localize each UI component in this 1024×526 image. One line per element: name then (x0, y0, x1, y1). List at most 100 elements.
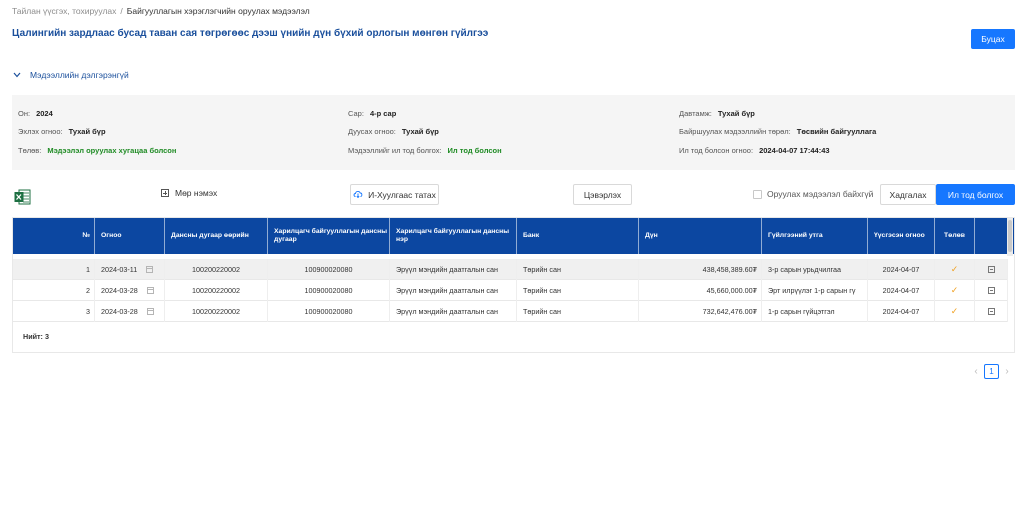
cell-partner-name: Эрүүл мэндийн даатгалын сан (390, 259, 517, 280)
column-header-created: Үүсгэсэн огноо (868, 218, 935, 254)
breadcrumb-current: Байгууллагын хэрэглэгчийн оруулах мэдээл… (126, 6, 310, 16)
column-header-own-account: Дансны дугаар өөрийн (165, 218, 268, 254)
cell-partner-account: 100900020080 (268, 259, 390, 280)
end-value: Тухай бүр (401, 127, 439, 136)
breadcrumb-separator: / (120, 6, 123, 16)
table-row[interactable]: 3 2024-03-28 100200220002 100900020080 Э… (13, 301, 1008, 322)
column-header-date: Огноо (95, 218, 165, 254)
add-row-label: Мөр нэмэх (175, 188, 218, 198)
checkbox-box[interactable] (753, 189, 762, 199)
end-label: Дуусах огноо: (348, 127, 396, 136)
month-value: 4-р сар (369, 109, 397, 118)
calendar-icon[interactable] (146, 308, 154, 315)
details-panel: Он: 2024 Сар: 4-р сар Давтамж: Тухай бүр Эх… (12, 95, 1015, 170)
start-label: Эхлэх огноо: (18, 127, 63, 136)
cell-action[interactable] (975, 301, 1008, 322)
minus-square-icon[interactable] (987, 266, 995, 273)
clear-button[interactable]: Цэвэрлэх (573, 184, 632, 205)
status-value: Мэдээлэл оруулах хугацаа болсон (47, 146, 177, 155)
cell-purpose: 1-р сарын гүйцэтгэл (762, 301, 868, 322)
cell-amount: 45,660,000.00₮ (639, 280, 762, 301)
plus-square-icon (161, 189, 169, 197)
scrollbar-thumb[interactable] (1008, 220, 1012, 252)
details-collapse-header[interactable]: Мэдээллийн дэлгэрэнгүй (12, 70, 129, 80)
org-type-field: Байршуулах мэдээллийн төрөл: Төсвийн байг… (679, 127, 876, 136)
column-header-status: Төлөв (935, 218, 975, 254)
pagination-next-icon[interactable]: › (1001, 364, 1013, 378)
cell-partner-account: 100900020080 (268, 280, 390, 301)
check-icon: ✓ (950, 306, 959, 316)
cell-action[interactable] (975, 259, 1008, 280)
frequency-field: Давтамж: Тухай бүр (679, 109, 755, 118)
cell-date[interactable]: 2024-03-11 (95, 259, 165, 280)
calendar-icon[interactable] (146, 287, 154, 294)
cell-bank: Төрийн сан (517, 259, 639, 280)
cell-partner-name: Эрүүл мэндийн даатгалын сан (390, 280, 517, 301)
cell-own-account: 100200220002 (165, 280, 268, 301)
excel-icon[interactable] (14, 189, 31, 205)
cell-status: ✓ (935, 280, 975, 301)
year-value: 2024 (36, 109, 53, 118)
month-label: Сар: (348, 109, 364, 118)
submit-label: Мэдээллийг ил тод болгох: (348, 146, 442, 155)
details-section-label: Мэдээллийн дэлгэрэнгүй (30, 70, 129, 80)
end-field: Дуусах огноо: Тухай бүр (348, 127, 439, 136)
minus-square-icon[interactable] (987, 308, 995, 315)
cell-bank: Төрийн сан (517, 301, 639, 322)
cell-created: 2024-04-07 (868, 259, 935, 280)
column-header-bank: Банк (517, 218, 639, 254)
cell-amount: 438,458,389.60₮ (639, 259, 762, 280)
cell-status: ✓ (935, 259, 975, 280)
column-header-amount: Дүн (639, 218, 762, 254)
frequency-label: Давтамж: (679, 109, 712, 118)
cell-date[interactable]: 2024-03-28 (95, 301, 165, 322)
breadcrumb: Тайлан үүсгэх, тохируулах / Байгууллагын… (12, 6, 310, 16)
column-header-no: № (13, 218, 95, 254)
published-field: Ил тод болсон огноо: 2024-04-07 17:44:43 (679, 146, 830, 155)
cell-date[interactable]: 2024-03-28 (95, 280, 165, 301)
cell-date-value: 2024-03-28 (101, 286, 138, 295)
cell-no: 3 (13, 301, 95, 322)
pagination-prev-icon[interactable]: ‹ (970, 364, 982, 378)
save-button[interactable]: Хадгалах (880, 184, 936, 205)
column-header-partner-account: Харилцагч байгууллагын дансны дугаар (268, 218, 390, 254)
year-label: Он: (18, 109, 31, 118)
cell-amount: 732,642,476.00₮ (639, 301, 762, 322)
check-icon: ✓ (950, 285, 959, 295)
column-header-partner-name: Харилцагч байгууллагын дансны нэр (390, 218, 517, 254)
fetch-statement-label: И-Хуулгаас татах (368, 189, 436, 200)
cell-date-value: 2024-03-11 (101, 265, 138, 274)
fetch-statement-button[interactable]: И-Хуулгаас татах (350, 184, 439, 205)
org-type-value: Төсвийн байгууллага (796, 127, 877, 136)
table-row[interactable]: 1 2024-03-11 100200220002 100900020080 Э… (13, 259, 1008, 280)
table-row[interactable]: 2 2024-03-28 100200220002 100900020080 Э… (13, 280, 1008, 301)
breadcrumb-parent[interactable]: Тайлан үүсгэх, тохируулах (12, 6, 116, 16)
transactions-table: № Огноо Дансны дугаар өөрийн Харилцагч б… (12, 217, 1015, 353)
no-data-checkbox[interactable]: Оруулах мэдээлэл байхгүй (753, 189, 873, 199)
start-value: Тухай бүр (68, 127, 106, 136)
cell-no: 1 (13, 259, 95, 280)
status-field: Төлөв: Мэдээлэл оруулах хугацаа болсон (18, 146, 176, 155)
pagination-page-1[interactable]: 1 (984, 364, 999, 379)
cell-action[interactable] (975, 280, 1008, 301)
back-button[interactable]: Буцах (971, 29, 1015, 49)
cell-partner-account: 100900020080 (268, 301, 390, 322)
start-field: Эхлэх огноо: Тухай бүр (18, 127, 106, 136)
calendar-icon[interactable] (146, 266, 154, 273)
published-label: Ил тод болсон огноо: (679, 146, 754, 155)
add-row-button[interactable]: Мөр нэмэх (161, 188, 217, 198)
publish-button[interactable]: Ил тод болгох (936, 184, 1015, 205)
cell-created: 2024-04-07 (868, 301, 935, 322)
minus-square-icon[interactable] (987, 287, 995, 294)
cell-status: ✓ (935, 301, 975, 322)
table-total: Нийт: 3 (23, 332, 49, 341)
published-value: 2024-04-07 17:44:43 (759, 146, 830, 155)
frequency-value: Тухай бүр (717, 109, 755, 118)
cell-purpose: Эрт илрүүлэг 1-р сарын гү (762, 280, 868, 301)
table-header: № Огноо Дансны дугаар өөрийн Харилцагч б… (13, 218, 1014, 254)
no-data-label: Оруулах мэдээлэл байхгүй (767, 189, 874, 199)
org-type-label: Байршуулах мэдээллийн төрөл: (679, 127, 791, 136)
cell-own-account: 100200220002 (165, 301, 268, 322)
table-scrollbar[interactable] (1007, 218, 1013, 256)
column-header-purpose: Гүйлгээний утга (762, 218, 868, 254)
